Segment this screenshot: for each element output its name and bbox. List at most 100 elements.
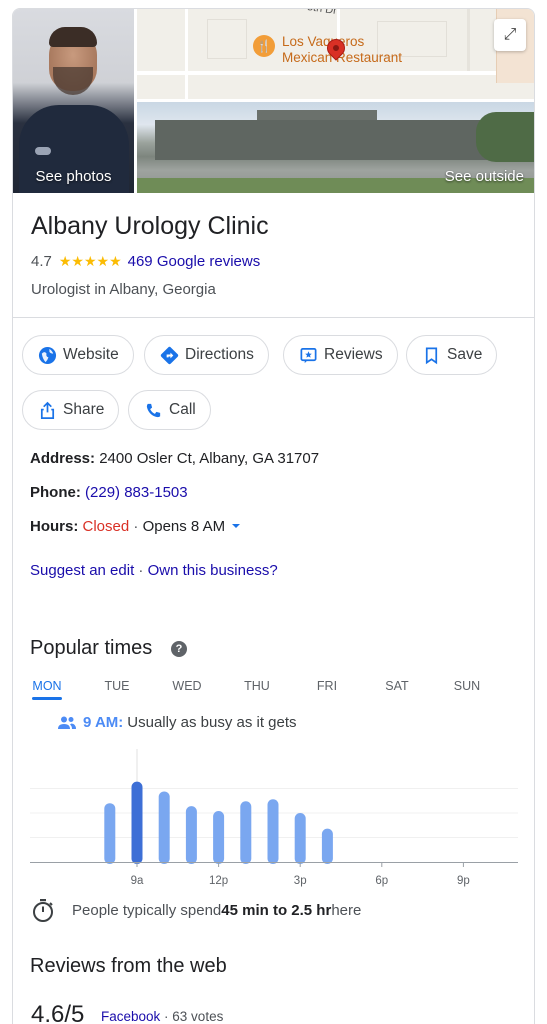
reviews-label: Reviews bbox=[324, 346, 383, 363]
day-tab-sun[interactable]: SUN bbox=[437, 679, 497, 693]
call-button[interactable]: Call bbox=[128, 390, 211, 430]
own-business-link[interactable]: Own this business? bbox=[148, 562, 278, 579]
web-review-score: 4.6/5 bbox=[31, 1001, 85, 1024]
directions-icon bbox=[159, 345, 179, 365]
help-icon[interactable]: ? bbox=[171, 641, 187, 657]
website-label: Website bbox=[63, 346, 119, 363]
see-outside-tile[interactable]: See outside bbox=[137, 102, 534, 193]
web-review-source: Facebook · 63 votes bbox=[101, 1009, 223, 1024]
popular-times-chart: 9a 12p 3p 6p 9p bbox=[30, 749, 518, 887]
address-value: 2400 Osler Ct, Albany, GA 31707 bbox=[99, 450, 320, 467]
map-road bbox=[137, 71, 534, 75]
save-label: Save bbox=[447, 346, 483, 363]
rating-row: 4.7 ★★★★★ 469 Google reviews bbox=[31, 253, 260, 270]
map-street-label: 5th Dr bbox=[306, 9, 338, 18]
phone-row: Phone: (229) 883-1503 bbox=[30, 484, 188, 501]
chart-tick-label: 9p bbox=[457, 875, 470, 887]
building bbox=[155, 120, 495, 160]
day-tabs: MON TUE WED THU FRI SAT SUN bbox=[30, 679, 520, 700]
day-tab-tue[interactable]: TUE bbox=[87, 679, 147, 693]
chart-tick-label: 9a bbox=[131, 875, 144, 887]
web-reviews-title: Reviews from the web bbox=[30, 955, 227, 977]
bookmark-icon bbox=[421, 345, 441, 365]
hours-next: Opens 8 AM bbox=[142, 518, 226, 535]
map-block bbox=[207, 19, 247, 59]
chart-bar-9a bbox=[131, 781, 143, 864]
time-spent-prefix: People typically spend bbox=[72, 901, 222, 919]
photo-header: See photos 5th Dr 🍴 Los Vaqueros Mexican… bbox=[13, 9, 534, 193]
caret-down-icon bbox=[232, 524, 241, 528]
rating-value: 4.7 bbox=[31, 253, 52, 270]
hours-dropdown[interactable]: Opens 8 AM bbox=[143, 518, 242, 535]
edit-links-row: Suggest an edit · Own this business? bbox=[30, 562, 278, 579]
chart-bar-10a bbox=[158, 791, 170, 864]
day-tab-wed[interactable]: WED bbox=[157, 679, 217, 693]
chart-bar-3p bbox=[294, 813, 306, 864]
chart-bar-11a bbox=[185, 806, 197, 864]
map-thumbnail[interactable]: 5th Dr 🍴 Los Vaqueros Mexican Restaurant… bbox=[137, 9, 534, 99]
map-road bbox=[185, 9, 188, 99]
busy-note-hour: 9 AM: bbox=[83, 714, 124, 731]
reviews-button[interactable]: Reviews bbox=[283, 335, 398, 375]
globe-icon bbox=[37, 345, 57, 365]
directions-label: Directions bbox=[185, 346, 254, 363]
hours-status: Closed bbox=[82, 518, 130, 535]
google-reviews-link[interactable]: 469 Google reviews bbox=[128, 253, 261, 270]
website-button[interactable]: Website bbox=[22, 335, 134, 375]
day-tab-thu[interactable]: THU bbox=[227, 679, 287, 693]
day-tab-sat[interactable]: SAT bbox=[367, 679, 427, 693]
chart-tick-label: 6p bbox=[375, 875, 388, 887]
link-separator: · bbox=[134, 562, 148, 579]
business-name: Albany Urology Clinic bbox=[31, 212, 269, 240]
map-road bbox=[467, 9, 470, 71]
business-category: Urologist in Albany, Georgia bbox=[31, 281, 216, 298]
restaurant-icon: 🍴 bbox=[253, 35, 275, 57]
directions-button[interactable]: Directions bbox=[144, 335, 269, 375]
chart-bar-8a bbox=[104, 803, 116, 864]
chart-bar-2p bbox=[267, 799, 279, 864]
stopwatch-icon bbox=[33, 899, 53, 922]
chart-bar-4p bbox=[321, 828, 333, 864]
address-label: Address: bbox=[30, 450, 96, 467]
divider bbox=[13, 317, 534, 318]
chart-bar-12p bbox=[213, 811, 225, 864]
phone-icon bbox=[143, 400, 163, 420]
business-card: See photos 5th Dr 🍴 Los Vaqueros Mexican… bbox=[12, 8, 535, 1024]
share-icon bbox=[37, 400, 57, 420]
busy-note-text: Usually as busy as it gets bbox=[127, 714, 297, 731]
chart-tick-label: 3p bbox=[294, 875, 307, 887]
trees bbox=[476, 112, 534, 162]
hours-separator: · bbox=[129, 518, 143, 535]
selected-day-underline bbox=[32, 697, 62, 700]
time-spent-suffix: here bbox=[331, 901, 362, 919]
phone-label: Phone: bbox=[30, 484, 81, 501]
hours-label: Hours: bbox=[30, 518, 79, 535]
time-spent-row: People typically spend 45 min to 2.5 hr … bbox=[30, 897, 361, 923]
save-button[interactable]: Save bbox=[406, 335, 498, 375]
phone-link[interactable]: (229) 883-1503 bbox=[85, 484, 188, 501]
photo-person-beard bbox=[53, 67, 93, 95]
call-label: Call bbox=[169, 401, 196, 418]
day-tab-fri[interactable]: FRI bbox=[297, 679, 357, 693]
reviews-icon bbox=[298, 345, 318, 365]
scrub-logo bbox=[35, 147, 51, 155]
expand-map-icon[interactable]: ⤢ bbox=[494, 19, 526, 51]
photo-person-hair bbox=[49, 27, 97, 47]
hours-row: Hours: Closed · Opens 8 AM bbox=[30, 518, 241, 535]
address-row: Address: 2400 Osler Ct, Albany, GA 31707 bbox=[30, 450, 319, 467]
see-photos-tile[interactable]: See photos bbox=[13, 9, 134, 193]
chart-tick-label: 12p bbox=[209, 875, 228, 887]
share-button[interactable]: Share bbox=[22, 390, 120, 430]
facebook-link[interactable]: Facebook bbox=[101, 1009, 160, 1024]
web-review-votes: · 63 votes bbox=[160, 1009, 224, 1024]
day-tab-mon[interactable]: MON bbox=[17, 679, 77, 693]
busy-note: 9 AM: Usually as busy as it gets bbox=[57, 714, 297, 731]
see-outside-label: See outside bbox=[444, 168, 524, 185]
share-label: Share bbox=[63, 401, 105, 418]
star-rating-icon: ★★★★★ bbox=[58, 253, 122, 269]
suggest-edit-link[interactable]: Suggest an edit bbox=[30, 562, 134, 579]
chart-bar-1p bbox=[240, 801, 252, 864]
people-icon bbox=[58, 716, 76, 729]
popular-times-title: Popular times bbox=[30, 637, 153, 659]
time-spent-value: 45 min to 2.5 hr bbox=[221, 901, 332, 919]
